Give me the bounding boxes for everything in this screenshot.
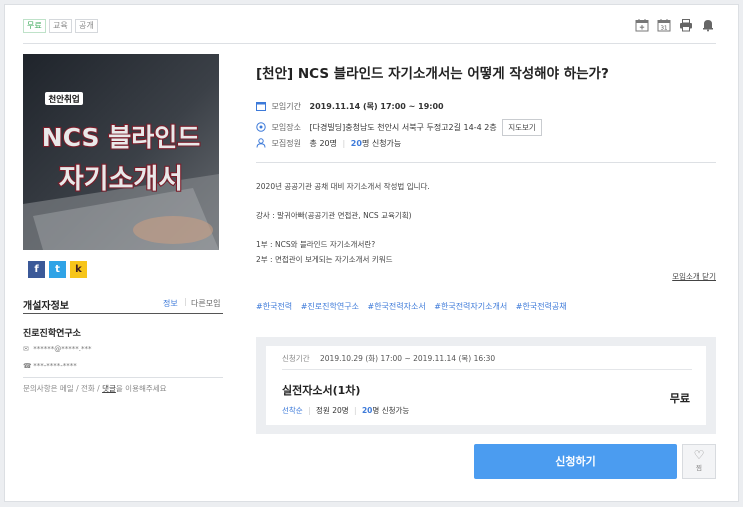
hashtag[interactable]: #한국전력 (256, 302, 292, 311)
organizer-email-text: ******@*****.*** (33, 345, 92, 353)
ticket-available-suffix: 명 신청가능 (372, 406, 410, 415)
share-kakao-button[interactable]: k (70, 261, 87, 278)
description-line-3: 1부 : NCS와 블라인드 자기소개서란? (256, 240, 376, 249)
collapse-description-link[interactable]: 모임소개 닫기 (672, 271, 716, 282)
share-facebook-button[interactable]: f (28, 261, 45, 278)
event-capacity-row: 모집정원 총 20명 | 20명 신청가능 (256, 138, 401, 149)
hashtag[interactable]: #진로진학연구소 (301, 302, 359, 311)
ticket-price: 무료 (669, 392, 690, 405)
location-pin-icon (256, 122, 266, 132)
ticket-sep: | (354, 406, 357, 415)
ticket-available: 20 (361, 406, 373, 415)
place-label: 모임장소 (271, 123, 301, 132)
ticket-period: 신청기간 2019.10.29 (화) 17:00 ~ 2019.11.14 (… (282, 353, 495, 364)
thumbnail-badge: 천안취업 (48, 94, 79, 105)
organizer-other-events-link[interactable]: 다른모임 (191, 298, 220, 309)
place-value: [다경빌딩]충청남도 천안시 서북구 두정고2길 14-4 2층 (309, 123, 497, 132)
period-label: 모임기간 (271, 102, 301, 111)
person-icon (256, 138, 266, 148)
details-divider (256, 162, 716, 163)
description-line-4: 2부 : 면접관이 보게되는 자기소개서 키워드 (256, 255, 393, 264)
calendar-icon (256, 102, 266, 111)
hashtag[interactable]: #한국전력공채 (516, 302, 567, 311)
contact-note-suffix: 을 이용해주세요 (115, 384, 167, 393)
description-line-1: 2020년 공공기관 공채 대비 자기소개서 작성법 입니다. (256, 182, 430, 191)
phone-icon: ☎ (23, 362, 32, 370)
capacity-total: 총 20명 (309, 139, 337, 148)
like-label: 찜 (696, 464, 702, 472)
capacity-suffix: 명 신청가능 (361, 139, 402, 148)
capacity-label: 모집정원 (271, 139, 301, 148)
contact-note-prefix: 문의사항은 메일 / 전화 / (23, 384, 103, 393)
share-twitter-button[interactable]: t (49, 261, 66, 278)
ticket-name: 실전자소서(1차) (282, 384, 361, 397)
capacity-separator: | (342, 139, 346, 148)
organizer-section-title: 개설자정보 (23, 301, 69, 312)
organizer-name: 진로진학연구소 (23, 329, 81, 339)
ticket-divider (282, 369, 692, 370)
organizer-bottom-divider (23, 377, 223, 378)
thumbnail-line1: NCS 블라인드 (42, 123, 200, 152)
tag-public: 공개 (75, 19, 98, 33)
bell-icon[interactable] (701, 18, 715, 32)
comment-link[interactable]: 댓글 (102, 384, 116, 393)
organizer-contact-note: 문의사항은 메일 / 전화 / 댓글을 이용해주세요 (23, 383, 167, 394)
hashtag[interactable]: #한국전력자소서 (367, 302, 425, 311)
tag-free: 무료 (23, 19, 46, 33)
map-view-button[interactable]: 지도보기 (502, 119, 542, 136)
ticket-option[interactable]: 신청기간 2019.10.29 (화) 17:00 ~ 2019.11.14 (… (266, 346, 706, 425)
event-title: [천안] NCS 블라인드 자기소개서는 어떻게 작성해야 하는가? (256, 66, 609, 82)
event-thumbnail: 천안취업 NCS 블라인드 자기소개서 (23, 54, 219, 250)
ticket-order: 선착순 (282, 406, 303, 415)
description-line-2: 강사 : 말귀아빠(공공기관 면접관, NCS 교육기획) (256, 211, 412, 220)
mail-icon: ✉ (23, 345, 29, 353)
thumbnail-artwork: 천안취업 NCS 블라인드 자기소개서 (23, 54, 219, 250)
ticket-sep: | (308, 406, 311, 415)
ticket-details: 선착순 | 정원 20명 | 20명 신청가능 (282, 405, 409, 416)
ticket-period-label: 신청기간 (282, 354, 310, 363)
event-place-row: 모임장소 [다경빌딩]충청남도 천안시 서북구 두정고2길 14-4 2층 지도… (256, 119, 542, 136)
heart-icon: ♡ (693, 448, 705, 462)
period-value: 2019.11.14 (목) 17:00 ~ 19:00 (309, 102, 444, 111)
hashtag-list: #한국전력 #진로진학연구소 #한국전력자소서 #한국전력자기소개서 #한국전력… (256, 301, 573, 312)
calendar-add-icon[interactable] (635, 18, 649, 32)
apply-button[interactable]: 신청하기 (474, 444, 677, 479)
organizer-phone: ☎ ***-****-**** (23, 362, 77, 370)
event-period-row: 모임기간 2019.11.14 (목) 17:00 ~ 19:00 (256, 101, 444, 112)
top-bar: 무료 교육 공개 31 (23, 15, 716, 44)
calendar-day-text: 31 (661, 26, 668, 32)
print-icon[interactable] (679, 18, 693, 32)
organizer-email: ✉ ******@*****.*** (23, 345, 91, 353)
ticket-period-value: 2019.10.29 (화) 17:00 ~ 2019.11.14 (목) 16… (320, 354, 496, 363)
organizer-link-separator: | (184, 297, 187, 306)
tag-education: 교육 (49, 19, 72, 33)
calendar-31-icon[interactable]: 31 (657, 18, 671, 32)
ticket-section: 신청기간 2019.10.29 (화) 17:00 ~ 2019.11.14 (… (256, 337, 716, 434)
organizer-divider (23, 313, 223, 314)
organizer-info-link[interactable]: 정보 (163, 298, 178, 309)
capacity-available: 20 (350, 139, 362, 148)
like-button[interactable]: ♡ 찜 (682, 444, 716, 479)
toolbar-icons: 31 (635, 18, 715, 34)
hashtag[interactable]: #한국전력자기소개서 (434, 302, 507, 311)
thumbnail-line2: 자기소개서 (59, 164, 183, 195)
ticket-capacity: 정원 20명 (316, 406, 349, 415)
organizer-phone-text: ***-****-**** (33, 362, 77, 370)
